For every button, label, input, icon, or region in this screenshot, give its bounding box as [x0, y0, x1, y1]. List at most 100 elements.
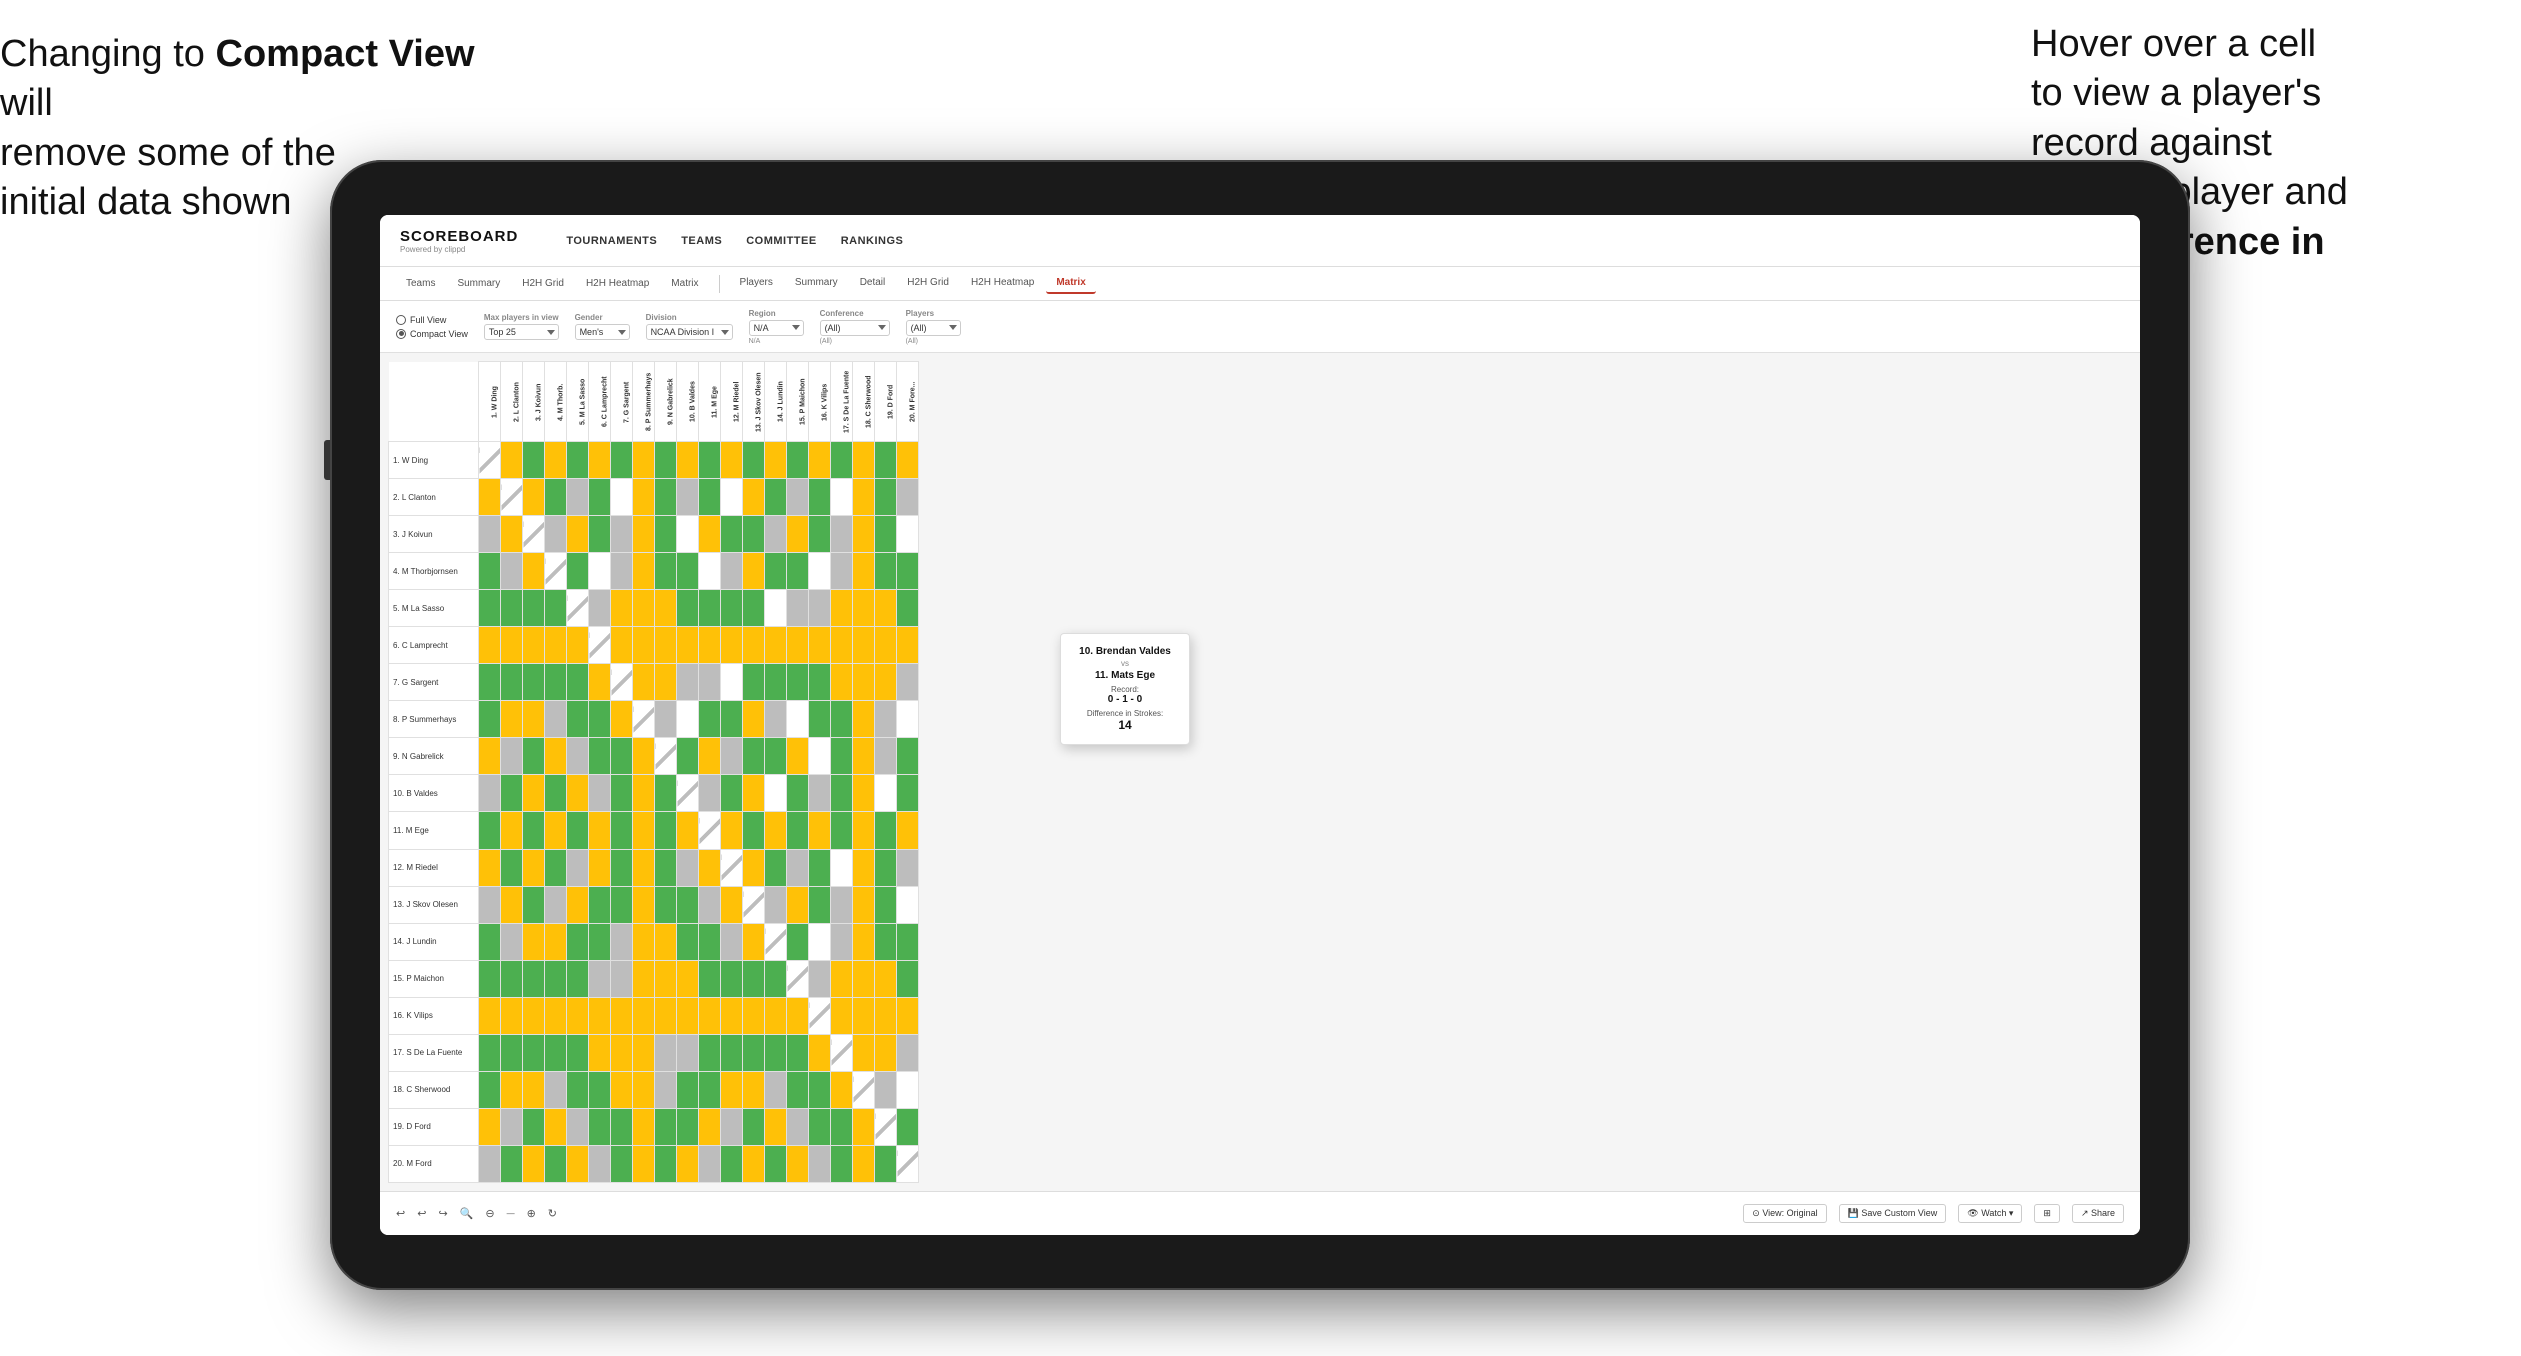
- cell-8-18[interactable]: [853, 701, 875, 738]
- cell-5-4[interactable]: [545, 590, 567, 627]
- cell-8-17[interactable]: [831, 701, 853, 738]
- cell-1-5[interactable]: [567, 442, 589, 479]
- cell-19-6[interactable]: [589, 1108, 611, 1145]
- cell-6-6[interactable]: [589, 627, 611, 664]
- cell-12-18[interactable]: [853, 849, 875, 886]
- cell-13-14[interactable]: [765, 886, 787, 923]
- cell-11-18[interactable]: [853, 812, 875, 849]
- cell-17-10[interactable]: [677, 1034, 699, 1071]
- cell-12-9[interactable]: [655, 849, 677, 886]
- cell-8-13[interactable]: [743, 701, 765, 738]
- cell-9-16[interactable]: [809, 738, 831, 775]
- cell-18-20[interactable]: [897, 1071, 919, 1108]
- cell-2-19[interactable]: [875, 479, 897, 516]
- cell-11-12[interactable]: [721, 812, 743, 849]
- cell-12-12[interactable]: [721, 849, 743, 886]
- cell-1-4[interactable]: [545, 442, 567, 479]
- cell-19-8[interactable]: [633, 1108, 655, 1145]
- cell-18-19[interactable]: [875, 1071, 897, 1108]
- cell-12-7[interactable]: [611, 849, 633, 886]
- cell-14-15[interactable]: [787, 923, 809, 960]
- cell-6-9[interactable]: [655, 627, 677, 664]
- cell-5-18[interactable]: [853, 590, 875, 627]
- cell-11-17[interactable]: [831, 812, 853, 849]
- cell-11-10[interactable]: [677, 812, 699, 849]
- cell-6-20[interactable]: [897, 627, 919, 664]
- cell-6-17[interactable]: [831, 627, 853, 664]
- cell-12-10[interactable]: [677, 849, 699, 886]
- cell-3-4[interactable]: [545, 516, 567, 553]
- cell-15-19[interactable]: [875, 960, 897, 997]
- cell-7-4[interactable]: [545, 664, 567, 701]
- cell-6-4[interactable]: [545, 627, 567, 664]
- zoom-minus-icon[interactable]: ⊖: [485, 1207, 494, 1220]
- radio-full-view[interactable]: Full View: [396, 315, 468, 325]
- cell-4-17[interactable]: [831, 553, 853, 590]
- cell-18-3[interactable]: [523, 1071, 545, 1108]
- cell-8-2[interactable]: [501, 701, 523, 738]
- cell-20-1[interactable]: [479, 1145, 501, 1182]
- cell-3-20[interactable]: [897, 516, 919, 553]
- cell-17-15[interactable]: [787, 1034, 809, 1071]
- cell-11-15[interactable]: [787, 812, 809, 849]
- cell-13-1[interactable]: [479, 886, 501, 923]
- cell-13-20[interactable]: [897, 886, 919, 923]
- cell-18-4[interactable]: [545, 1071, 567, 1108]
- cell-16-6[interactable]: [589, 997, 611, 1034]
- cell-17-12[interactable]: [721, 1034, 743, 1071]
- cell-1-14[interactable]: [765, 442, 787, 479]
- redo-icon[interactable]: ↪: [438, 1207, 447, 1220]
- cell-16-18[interactable]: [853, 997, 875, 1034]
- cell-17-11[interactable]: [699, 1034, 721, 1071]
- cell-1-18[interactable]: [853, 442, 875, 479]
- cell-16-7[interactable]: [611, 997, 633, 1034]
- cell-10-6[interactable]: [589, 775, 611, 812]
- cell-20-3[interactable]: [523, 1145, 545, 1182]
- cell-2-6[interactable]: [589, 479, 611, 516]
- cell-2-5[interactable]: [567, 479, 589, 516]
- cell-5-20[interactable]: [897, 590, 919, 627]
- cell-9-4[interactable]: [545, 738, 567, 775]
- cell-3-3[interactable]: [523, 516, 545, 553]
- cell-2-1[interactable]: [479, 479, 501, 516]
- nav-committee[interactable]: COMMITTEE: [746, 231, 817, 251]
- cell-20-14[interactable]: [765, 1145, 787, 1182]
- cell-17-16[interactable]: [809, 1034, 831, 1071]
- cell-20-15[interactable]: [787, 1145, 809, 1182]
- cell-7-20[interactable]: [897, 664, 919, 701]
- cell-3-5[interactable]: [567, 516, 589, 553]
- cell-8-14[interactable]: [765, 701, 787, 738]
- cell-20-12[interactable]: [721, 1145, 743, 1182]
- cell-2-2[interactable]: [501, 479, 523, 516]
- cell-17-5[interactable]: [567, 1034, 589, 1071]
- cell-13-11[interactable]: [699, 886, 721, 923]
- cell-15-5[interactable]: [567, 960, 589, 997]
- cell-10-9[interactable]: [655, 775, 677, 812]
- cell-9-20[interactable]: [897, 738, 919, 775]
- cell-19-17[interactable]: [831, 1108, 853, 1145]
- cell-3-19[interactable]: [875, 516, 897, 553]
- cell-16-17[interactable]: [831, 997, 853, 1034]
- cell-11-2[interactable]: [501, 812, 523, 849]
- cell-11-4[interactable]: [545, 812, 567, 849]
- cell-3-7[interactable]: [611, 516, 633, 553]
- cell-20-7[interactable]: [611, 1145, 633, 1182]
- cell-13-12[interactable]: [721, 886, 743, 923]
- cell-4-13[interactable]: [743, 553, 765, 590]
- cell-15-16[interactable]: [809, 960, 831, 997]
- cell-14-6[interactable]: [589, 923, 611, 960]
- cell-4-6[interactable]: [589, 553, 611, 590]
- cell-8-9[interactable]: [655, 701, 677, 738]
- cell-10-14[interactable]: [765, 775, 787, 812]
- cell-10-10[interactable]: [677, 775, 699, 812]
- cell-20-8[interactable]: [633, 1145, 655, 1182]
- cell-18-18[interactable]: [853, 1071, 875, 1108]
- cell-13-16[interactable]: [809, 886, 831, 923]
- cell-19-18[interactable]: [853, 1108, 875, 1145]
- cell-20-11[interactable]: [699, 1145, 721, 1182]
- cell-3-18[interactable]: [853, 516, 875, 553]
- cell-13-13[interactable]: [743, 886, 765, 923]
- cell-14-16[interactable]: [809, 923, 831, 960]
- cell-7-17[interactable]: [831, 664, 853, 701]
- cell-9-6[interactable]: [589, 738, 611, 775]
